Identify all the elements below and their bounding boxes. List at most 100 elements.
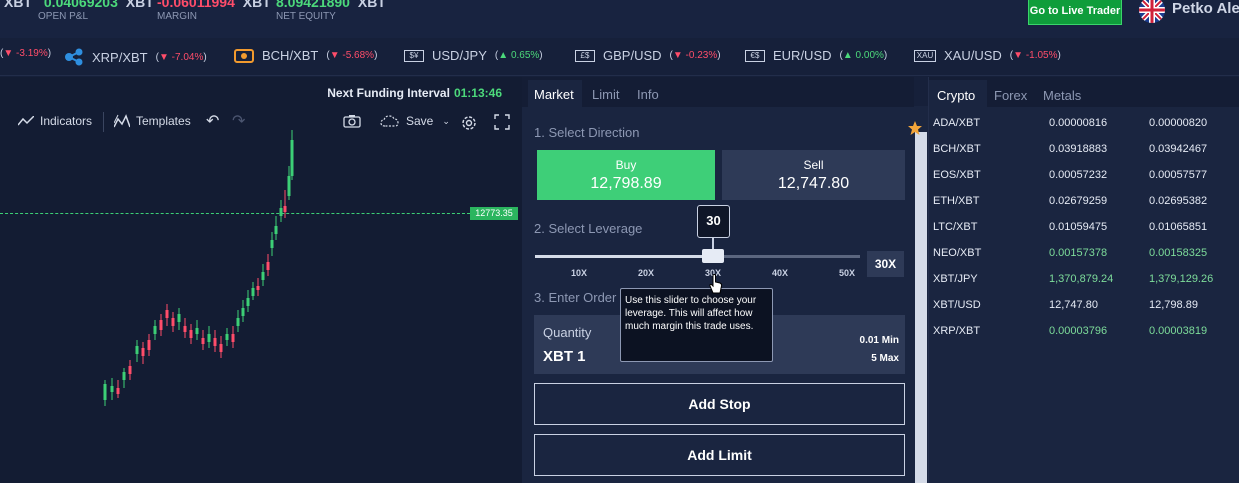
quantity-value[interactable]: XBT 1 [543, 348, 586, 365]
watchlist-ask: 12,798.89 [1149, 299, 1198, 311]
candlestick-series [103, 130, 294, 406]
watchlist-symbol: XBT/USD [933, 299, 981, 311]
price-ticker: (▼ -3.19%) XRP/XBT (▼ -7.04%) BCH/XBT (▼… [0, 38, 1239, 76]
tab-metals[interactable]: Metals [1043, 88, 1081, 103]
net-equity-stat: 8.09421890 XBT NET EQUITY [276, 0, 386, 22]
sell-label: Sell [803, 158, 824, 172]
favorite-star-icon[interactable] [907, 120, 923, 141]
ticker-symbol: XRP/XBT [92, 49, 148, 65]
ticker-item-gbpusd[interactable]: £$ GBP/USD (▼ -0.23%) [575, 48, 721, 63]
fullscreen-icon[interactable] [494, 114, 516, 130]
watchlist-row[interactable]: XBT/USD 12,747.80 12,798.89 [929, 292, 1239, 318]
watchlist-ask: 0.01065851 [1149, 221, 1208, 233]
watchlist-ask: 0.00000820 [1149, 117, 1208, 129]
leverage-tick[interactable]: 40X [772, 268, 788, 278]
go-to-live-trader-button[interactable]: Go to Live Trader [1028, 0, 1122, 25]
candle-body [283, 206, 287, 212]
open-pnl-value: 0.04069203 [43, 0, 118, 10]
watchlist-row[interactable]: BCH/XBT 0.03918883 0.03942467 [929, 136, 1239, 162]
section-order-label: 3. Enter Order [534, 290, 617, 305]
watchlist-ask: 0.02695382 [1149, 195, 1208, 207]
candle-body [122, 372, 126, 380]
candle-body [201, 338, 205, 344]
tab-info[interactable]: Info [637, 87, 659, 102]
candle-body [103, 384, 107, 400]
tab-crypto[interactable]: Crypto [937, 88, 975, 103]
candle-body [110, 386, 114, 392]
price-chart[interactable]: Next Funding Interval 01:13:46 Indicators… [0, 77, 522, 483]
candle-body [135, 346, 139, 354]
candle-body [177, 314, 181, 322]
trading-app: XBT 0.04069203 XBT OPEN P&L -0.06011994 … [0, 0, 1239, 483]
watchlist-row[interactable]: EOS/XBT 0.00057232 0.00057577 [929, 162, 1239, 188]
tab-forex[interactable]: Forex [994, 88, 1027, 103]
tab-limit[interactable]: Limit [592, 87, 619, 102]
user-name[interactable]: Petko Ale [1172, 0, 1239, 17]
add-limit-button[interactable]: Add Limit [534, 434, 905, 476]
net-equity-value: 8.09421890 [276, 0, 350, 10]
leverage-tooltip: Use this slider to choose your leverage.… [620, 288, 773, 362]
watchlist-row[interactable]: LTC/XBT 0.01059475 0.01065851 [929, 214, 1239, 240]
margin-stat: -0.06011994 XBT MARGIN [157, 0, 271, 22]
candle-body [165, 310, 169, 318]
section-leverage-label: 2. Select Leverage [534, 221, 643, 236]
watchlist-symbol: LTC/XBT [933, 221, 978, 233]
watchlist-ask: 0.00003819 [1149, 325, 1208, 337]
candle-body [189, 330, 193, 338]
buy-button[interactable]: Buy 12,798.89 [537, 150, 715, 200]
candle-body [266, 262, 270, 270]
ticker-symbol: BCH/XBT [262, 48, 319, 63]
watchlist-bid: 0.00003796 [1049, 325, 1108, 337]
candle-body [219, 344, 223, 352]
candle-body [195, 328, 199, 334]
ticker-item-usdjpy[interactable]: $¥ USD/JPY (▲ 0.65%) [404, 48, 543, 63]
margin-label: MARGIN [157, 11, 197, 22]
candle-body [274, 226, 278, 234]
uk-flag-icon[interactable] [1139, 0, 1165, 23]
ticker-symbol: XAU/USD [944, 48, 1002, 63]
candle-body [270, 240, 274, 248]
watchlist-row[interactable]: NEO/XBT 0.00157378 0.00158325 [929, 240, 1239, 266]
watchlist-row[interactable]: XRP/XBT 0.00003796 0.00003819 [929, 318, 1239, 344]
open-pnl-unit: XBT [125, 0, 154, 10]
section-direction-label: 1. Select Direction [534, 125, 640, 140]
sell-button[interactable]: Sell 12,747.80 [722, 150, 905, 200]
watchlist-bid: 0.00000816 [1049, 117, 1108, 129]
watchlist-ask: 0.00057577 [1149, 169, 1208, 181]
candle-body [213, 338, 217, 346]
watchlist-bid: 0.01059475 [1049, 221, 1108, 233]
candle-body [251, 288, 255, 296]
watchlist-row[interactable]: ADA/XBT 0.00000816 0.00000820 [929, 110, 1239, 136]
ticker-item-bch[interactable]: BCH/XBT (▼ -5.68%) [234, 48, 377, 63]
ticker-item-eurusd[interactable]: €$ EUR/USD (▲ 0.00%) [745, 48, 887, 63]
leverage-value-bubble: 30 [697, 205, 730, 238]
hand-cursor-icon [709, 274, 723, 299]
watchlist-symbol: NEO/XBT [933, 247, 982, 259]
candle-body [231, 334, 235, 342]
watchlist-symbol: BCH/XBT [933, 143, 981, 155]
candle-body [153, 326, 157, 334]
tab-market[interactable]: Market [534, 87, 574, 102]
candle-body [171, 318, 175, 326]
quantity-label: Quantity [543, 325, 592, 340]
leverage-tick[interactable]: 50X [839, 268, 855, 278]
ticker-item-xrp[interactable]: XRP/XBT (▼ -7.04%) [64, 48, 207, 66]
candle-body [287, 176, 291, 196]
scrollbar-thumb[interactable] [915, 132, 927, 483]
leverage-slider-handle[interactable] [702, 249, 724, 263]
watchlist-row[interactable]: XBT/JPY 1,370,879.24 1,379,129.26 [929, 266, 1239, 292]
leverage-tick[interactable]: 10X [571, 268, 587, 278]
add-stop-button[interactable]: Add Stop [534, 383, 905, 425]
ticker-item-xauusd[interactable]: XAU XAU/USD (▼ -1.05%) [914, 48, 1061, 63]
watchlist-ask: 1,379,129.26 [1149, 273, 1214, 285]
watchlist-symbol: ETH/XBT [933, 195, 980, 207]
ticker-item[interactable]: (▼ -3.19%) [0, 48, 51, 59]
buy-label: Buy [615, 158, 637, 172]
watchlist-row[interactable]: ETH/XBT 0.02679259 0.02695382 [929, 188, 1239, 214]
candle-body [279, 208, 283, 216]
leverage-tick[interactable]: 20X [638, 268, 654, 278]
watchlist-symbol: XBT/JPY [933, 273, 978, 285]
leverage-value-box[interactable]: 30X [867, 251, 904, 277]
candle-body [147, 340, 151, 350]
watchlist-symbol: EOS/XBT [933, 169, 981, 181]
